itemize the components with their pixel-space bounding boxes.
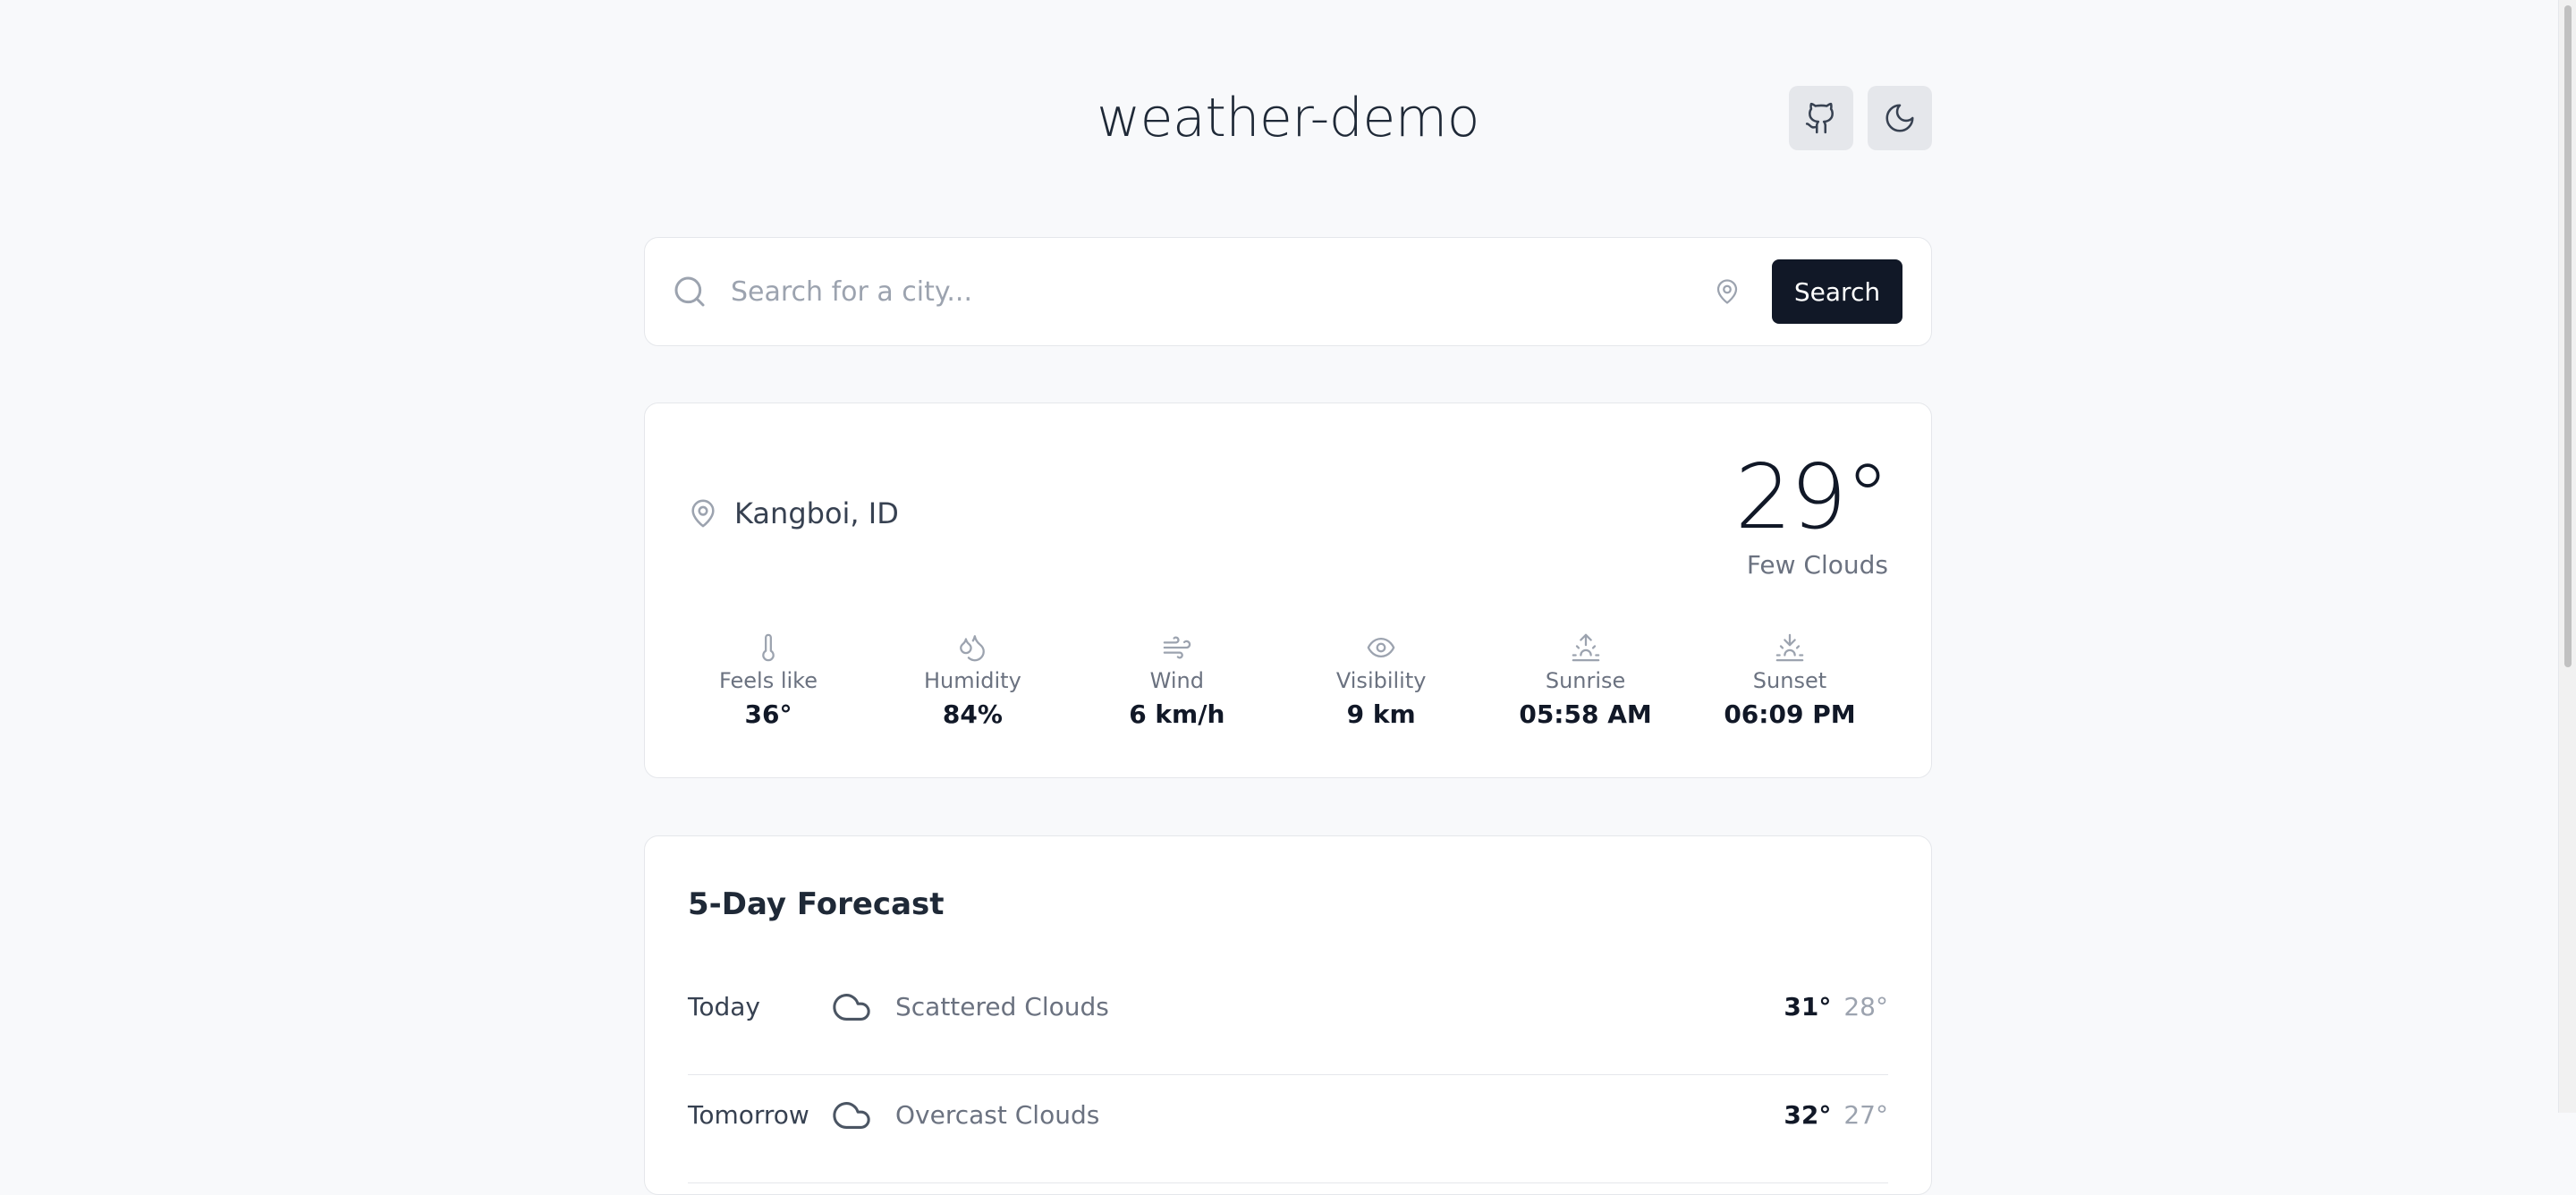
scrollbar-thumb[interactable] [2564, 5, 2572, 667]
github-button[interactable] [1789, 86, 1853, 150]
stat-value: 36° [744, 699, 792, 729]
app-title: weather-demo [1097, 87, 1479, 149]
stat-value: 9 km [1346, 699, 1416, 729]
stat-value: 06:09 PM [1724, 699, 1856, 729]
forecast-temps: 31° 28° [1784, 992, 1888, 1021]
moon-icon [1885, 104, 1914, 132]
cloud-icon [833, 1102, 870, 1129]
current-temperature: 29° [1734, 445, 1890, 549]
forecast-low: 28° [1843, 992, 1888, 1021]
temperature-block: 29° Few Clouds [1734, 445, 1890, 581]
current-weather-card: Kangboi, ID 29° Few Clouds Feels like 36… [644, 403, 1932, 778]
main-container: weather-demo Search for a city... Search… [644, 0, 1932, 1195]
stat-wind: Wind 6 km/h [1097, 632, 1258, 734]
stat-label: Sunset [1752, 668, 1827, 693]
forecast-high: 32° [1784, 1100, 1832, 1130]
theme-toggle-button[interactable] [1868, 86, 1932, 150]
forecast-title: 5-Day Forecast [688, 886, 945, 922]
eye-icon [1367, 637, 1395, 658]
cloud-icon [833, 994, 870, 1021]
header: weather-demo [644, 0, 1932, 197]
location-row: Kangboi, ID [688, 496, 899, 530]
stat-label: Wind [1149, 668, 1204, 693]
search-input[interactable] [731, 265, 1446, 318]
weather-description: Few Clouds [1746, 550, 1888, 580]
stat-label: Sunrise [1545, 668, 1626, 693]
forecast-list: Today Scattered Clouds 31° 28° Tomorrow O… [688, 970, 1888, 1187]
stat-label: Humidity [923, 668, 1021, 693]
stat-label: Visibility [1335, 668, 1427, 693]
stat-value: 05:58 AM [1519, 699, 1652, 729]
forecast-day: Tomorrow [688, 1100, 809, 1130]
page-scrollbar[interactable] [2558, 0, 2576, 1113]
forecast-description: Overcast Clouds [895, 1100, 1100, 1130]
forecast-high: 31° [1784, 992, 1832, 1021]
stat-value: 84% [942, 699, 1003, 729]
stat-label: Feels like [719, 668, 818, 693]
wind-icon [1163, 636, 1191, 659]
map-pin-icon [1716, 279, 1738, 304]
forecast-row: Tomorrow Overcast Clouds 32° 27° [688, 1079, 1888, 1183]
search-button[interactable]: Search [1772, 259, 1902, 324]
forecast-temps: 32° 27° [1784, 1100, 1888, 1130]
forecast-row: Today Scattered Clouds 31° 28° [688, 970, 1888, 1075]
use-location-button[interactable] [1709, 274, 1745, 309]
sunrise-icon [1572, 633, 1599, 662]
stat-visibility: Visibility 9 km [1301, 632, 1462, 734]
stat-feels-like: Feels like 36° [688, 632, 849, 734]
map-pin-icon [691, 499, 715, 528]
search-icon [674, 276, 705, 307]
stat-value: 6 km/h [1129, 699, 1225, 729]
forecast-low: 27° [1843, 1100, 1888, 1130]
forecast-description: Scattered Clouds [895, 992, 1109, 1021]
forecast-day: Today [688, 992, 760, 1021]
github-icon [1805, 102, 1834, 134]
stat-sunset: Sunset 06:09 PM [1709, 632, 1870, 734]
stat-humidity: Humidity 84% [892, 632, 1053, 734]
weather-stats: Feels like 36° Humidity 84% Wind 6 km/h [688, 632, 1870, 734]
location-name: Kangboi, ID [734, 496, 899, 530]
droplets-icon [960, 635, 986, 662]
forecast-card: 5-Day Forecast Today Scattered Clouds 31… [644, 835, 1932, 1195]
thermometer-icon [762, 633, 775, 662]
stat-sunrise: Sunrise 05:58 AM [1505, 632, 1666, 734]
search-card: Search [644, 237, 1932, 346]
sunset-icon [1775, 633, 1804, 662]
